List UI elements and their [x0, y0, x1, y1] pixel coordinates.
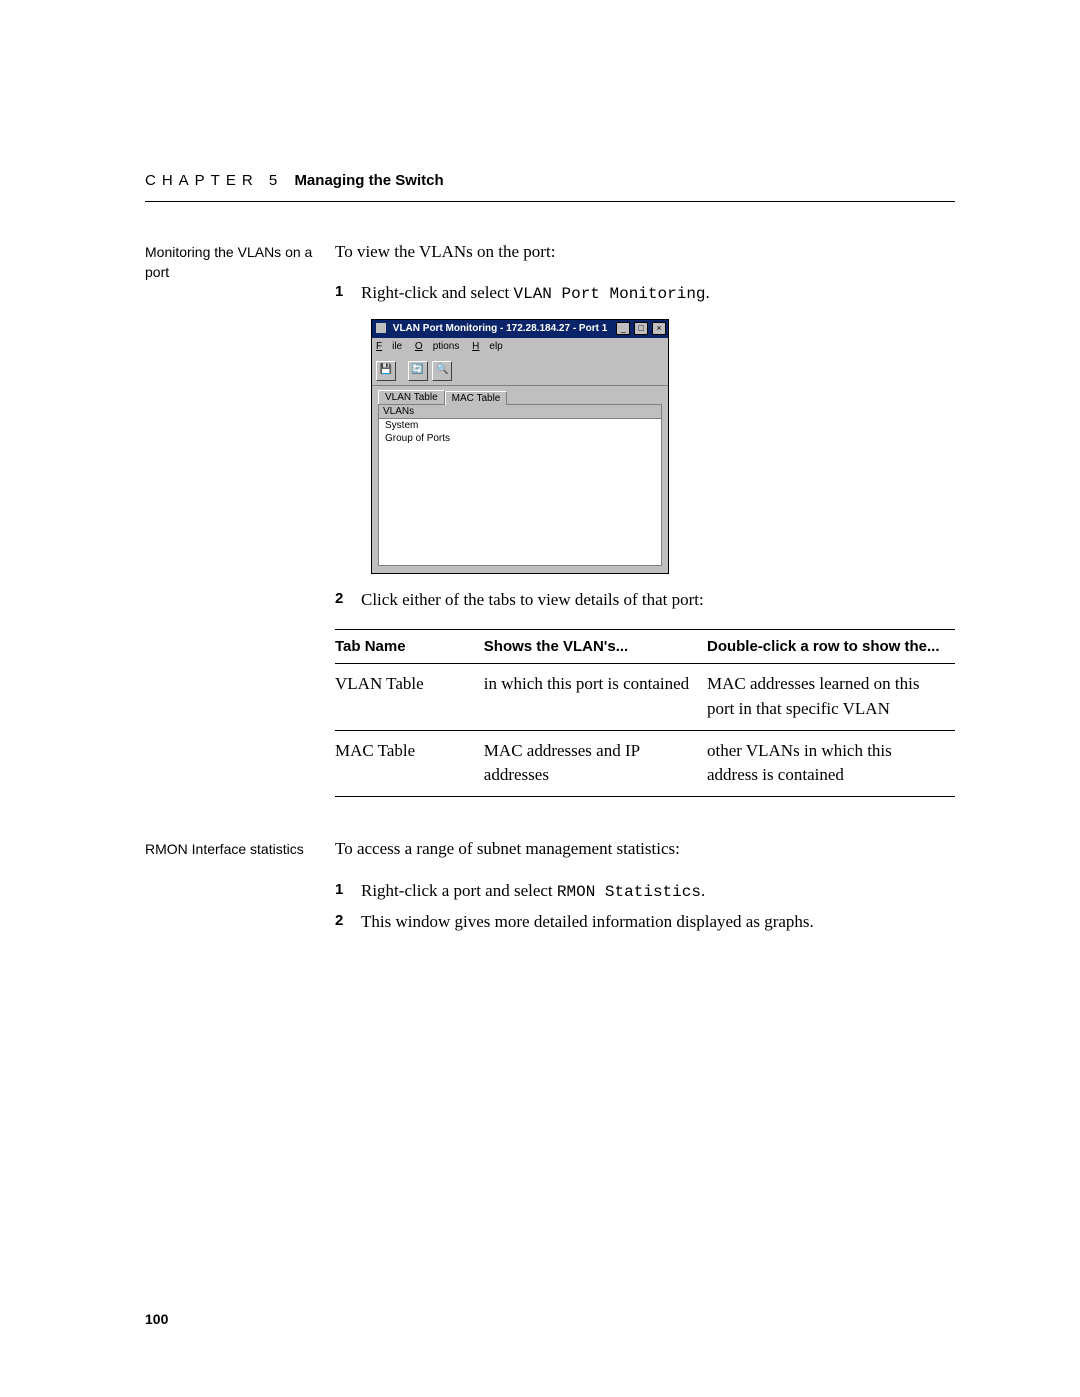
menu-item-name: RMON Statistics [557, 883, 701, 901]
column-header: VLANs [379, 405, 661, 419]
chapter-title: Managing the Switch [294, 172, 443, 189]
intro-text: To view the VLANs on the port: [335, 240, 955, 265]
tab-body: VLANs System Group of Ports [378, 404, 662, 566]
header-rule [145, 201, 955, 202]
maximize-button[interactable]: □ [634, 322, 648, 335]
step-1-text: Right-click and select VLAN Port Monitor… [361, 283, 710, 302]
minimize-button[interactable]: _ [616, 322, 630, 335]
list-item[interactable]: System [379, 419, 661, 432]
save-icon[interactable]: 💾 [376, 361, 396, 381]
step-2-text: Click either of the tabs to view details… [361, 590, 704, 609]
cell: MAC addresses and IP addresses [484, 730, 707, 796]
th-tab-name: Tab Name [335, 629, 484, 664]
page-number: 100 [145, 1309, 168, 1329]
cell: MAC addresses learned on this port in th… [707, 664, 955, 730]
window-title: VLAN Port Monitoring - 172.28.184.27 - P… [393, 323, 608, 334]
cell: VLAN Table [335, 664, 484, 730]
step-2: 2 This window gives more detailed inform… [335, 910, 955, 935]
vlan-port-monitoring-window: VLAN Port Monitoring - 172.28.184.27 - P… [371, 319, 669, 575]
menu-bar: File Options Help [372, 338, 668, 357]
menu-help[interactable]: Help [472, 341, 503, 352]
refresh-icon[interactable]: 🔄 [408, 361, 428, 381]
step-1: 1 Right-click a port and select RMON Sta… [335, 879, 955, 904]
cell: MAC Table [335, 730, 484, 796]
step-1-text: Right-click a port and select RMON Stati… [361, 881, 705, 900]
tab-mac-table[interactable]: MAC Table [445, 391, 508, 405]
chapter-label: CHAPTER 5 [145, 172, 283, 189]
cell: in which this port is contained [484, 664, 707, 730]
step-2: 2 Click either of the tabs to view detai… [335, 588, 955, 613]
table-row: MAC Table MAC addresses and IP addresses… [335, 730, 955, 796]
sidebar-heading-vlan: Monitoring the VLANs on a port [145, 240, 335, 283]
tab-strip: VLAN TableMAC Table [372, 386, 668, 406]
sidebar-heading-rmon: RMON Interface statistics [145, 837, 335, 859]
search-icon[interactable]: 🔍 [432, 361, 452, 381]
th-shows: Shows the VLAN's... [484, 629, 707, 664]
cell: other VLANs in which this address is con… [707, 730, 955, 796]
tab-vlan-table[interactable]: VLAN Table [378, 390, 445, 404]
tab-details-table: Tab Name Shows the VLAN's... Double-clic… [335, 629, 955, 797]
table-row: VLAN Table in which this port is contain… [335, 664, 955, 730]
step-1: 1 Right-click and select VLAN Port Monit… [335, 281, 955, 306]
app-icon [376, 323, 386, 333]
toolbar: 💾 🔄 🔍 [372, 357, 668, 386]
step-2-text: This window gives more detailed informat… [361, 912, 814, 931]
menu-options[interactable]: Options [415, 341, 459, 352]
window-titlebar: VLAN Port Monitoring - 172.28.184.27 - P… [372, 320, 668, 339]
list-item[interactable]: Group of Ports [379, 432, 661, 445]
menu-file[interactable]: File [376, 341, 402, 352]
th-double-click: Double-click a row to show the... [707, 629, 955, 664]
page-header: CHAPTER 5 Managing the Switch [145, 170, 955, 193]
menu-item-name: VLAN Port Monitoring [513, 285, 705, 303]
intro-text: To access a range of subnet management s… [335, 837, 955, 862]
close-button[interactable]: × [652, 322, 666, 335]
